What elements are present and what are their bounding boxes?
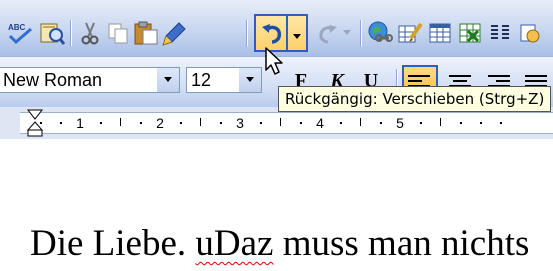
ruler-dot	[480, 122, 482, 124]
ruler-dot	[100, 122, 102, 124]
ruler-tick	[440, 118, 441, 126]
font-name-dropdown[interactable]	[157, 68, 179, 92]
ruler-number: 4	[316, 115, 324, 131]
chevron-down-icon	[164, 77, 172, 82]
tables-borders-icon	[398, 22, 423, 43]
ruler-dot	[460, 122, 462, 124]
copy-button[interactable]	[104, 18, 132, 48]
undo-action[interactable]	[258, 18, 286, 48]
indent-marker[interactable]	[26, 108, 44, 142]
align-left-icon-line	[408, 75, 430, 77]
justify-icon-line	[525, 80, 547, 82]
font-size-combo[interactable]: 12	[186, 67, 262, 93]
ruler-dot	[60, 122, 62, 124]
svg-text:ABC: ABC	[8, 23, 26, 32]
tables-borders-button[interactable]	[396, 18, 424, 48]
ruler-tick	[120, 118, 121, 126]
misspelled-word[interactable]: uDaz	[195, 223, 273, 264]
drawing-icon	[520, 24, 540, 43]
hyperlink-icon	[368, 21, 393, 42]
cut-button[interactable]	[76, 18, 104, 48]
paste-button[interactable]	[132, 18, 160, 48]
ruler-dot	[180, 122, 182, 124]
paste-icon	[134, 21, 158, 45]
redo-button[interactable]	[314, 18, 342, 48]
mouse-pointer-icon	[264, 46, 286, 80]
ruler-number: 3	[236, 115, 244, 131]
insert-excel-button[interactable]	[456, 18, 484, 48]
ruler-number: 5	[396, 115, 404, 131]
chevron-down-icon	[343, 30, 351, 35]
redo-icon	[319, 25, 337, 44]
insert-table-button[interactable]	[426, 18, 454, 48]
research-button[interactable]	[38, 18, 66, 48]
research-icon	[40, 23, 65, 45]
hyperlink-button[interactable]	[366, 18, 394, 48]
toolbar-separator	[360, 20, 361, 46]
ruler-number: 2	[156, 115, 164, 131]
horizontal-ruler[interactable]: 1 2 3 4 5	[20, 112, 553, 134]
align-center-icon-line	[453, 80, 467, 82]
ruler-dot	[420, 122, 422, 124]
insert-table-icon	[429, 23, 451, 43]
cut-icon	[81, 22, 99, 45]
undo-icon	[262, 24, 282, 44]
ruler-tick	[280, 118, 281, 126]
align-center-icon-line	[449, 75, 471, 77]
drawing-button[interactable]	[516, 18, 544, 48]
align-left-icon-line	[408, 80, 422, 82]
chevron-down-icon	[246, 77, 254, 82]
chevron-down-icon	[293, 34, 301, 39]
ruler-dot	[500, 122, 502, 124]
format-painter-icon	[162, 22, 186, 46]
document-text-after: muss man nichts	[273, 223, 530, 264]
toolbar-separator	[246, 20, 247, 46]
spellcheck-icon: ABC	[8, 23, 32, 45]
copy-icon	[108, 23, 128, 44]
spellcheck-button[interactable]: ABC	[6, 18, 34, 48]
undo-dropdown[interactable]	[288, 22, 306, 52]
ruler-tick	[360, 118, 361, 126]
ruler-dot	[340, 122, 342, 124]
document-body-text[interactable]: Die Liebe. uDaz muss man nichts	[30, 222, 529, 265]
toolbar-separator	[70, 20, 71, 46]
ruler-dot	[260, 122, 262, 124]
font-size-dropdown[interactable]	[239, 68, 261, 92]
font-size-value: 12	[191, 70, 212, 90]
align-right-icon-line	[496, 80, 510, 82]
redo-dropdown[interactable]	[340, 18, 354, 48]
ruler-dot	[220, 122, 222, 124]
columns-button[interactable]	[486, 18, 514, 48]
indent-marker-icon	[26, 109, 44, 137]
undo-tooltip: Rückgängig: Verschieben (Strg+Z)	[278, 86, 552, 112]
ruler-tick	[200, 118, 201, 126]
justify-icon-line	[525, 75, 547, 77]
font-name-value: New Roman	[3, 70, 103, 90]
font-name-combo[interactable]: New Roman	[0, 67, 180, 93]
ruler-dot	[140, 122, 142, 124]
format-painter-button[interactable]	[160, 18, 188, 48]
align-right-icon-line	[488, 75, 510, 77]
insert-excel-icon	[459, 23, 481, 43]
ruler-number: 1	[76, 115, 84, 131]
ruler-dot	[300, 122, 302, 124]
columns-icon	[491, 25, 509, 39]
document-text-before: Die Liebe.	[30, 223, 196, 264]
ruler-dot	[380, 122, 382, 124]
